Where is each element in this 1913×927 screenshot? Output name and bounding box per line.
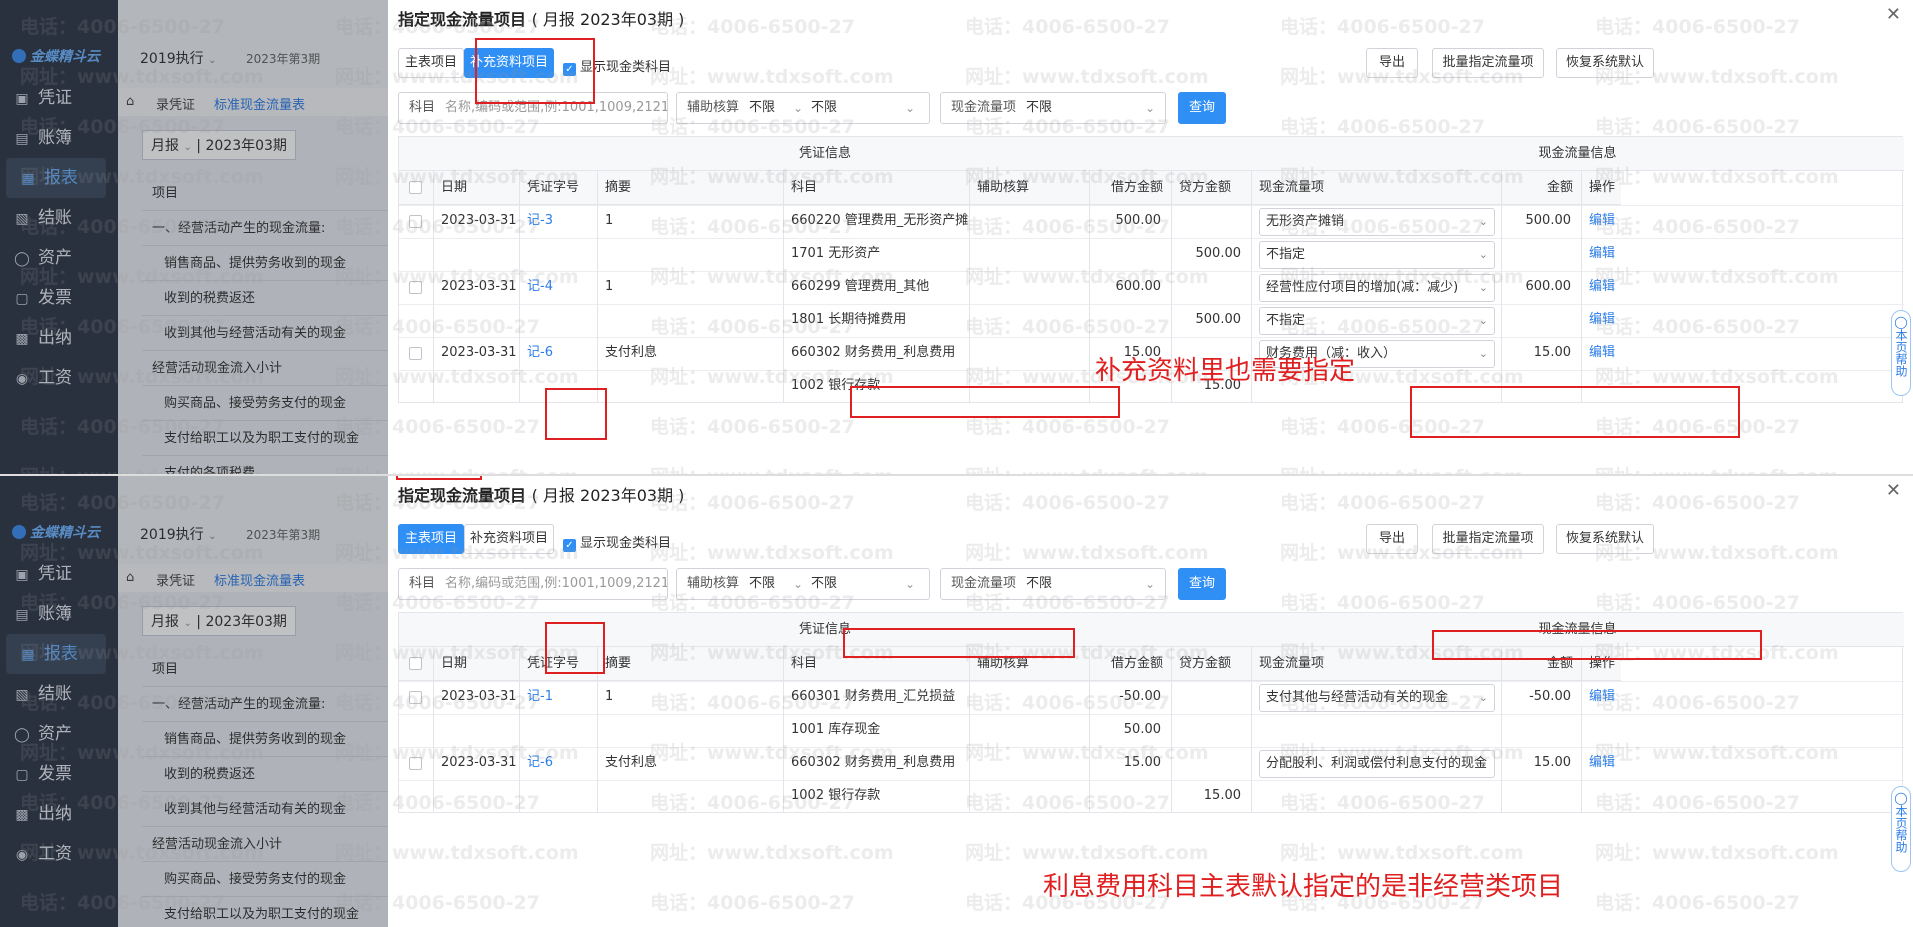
highlight-box	[850, 386, 1120, 418]
row-checkbox[interactable]	[409, 347, 422, 360]
row-checkbox[interactable]	[409, 757, 422, 770]
chevron-down-icon: ⌄	[1478, 757, 1488, 770]
cashflow-item-select[interactable]: 分配股利、利润或偿付利息支付的现金 ⌄	[1259, 750, 1495, 778]
chevron-down-icon: ⌄	[1478, 215, 1488, 228]
cashflow-item-filter[interactable]: 现金流量项 不限 ⌄	[940, 568, 1166, 600]
cashflow-item-filter[interactable]: 现金流量项 不限 ⌄	[940, 92, 1166, 124]
show-cash-subjects-checkbox[interactable]: ✓ 显示现金类科目	[563, 532, 671, 552]
highlight-box	[545, 622, 605, 674]
highlight-box	[475, 38, 595, 104]
cashflow-assign-dialog: 指定现金流量项目 ( 月报 2023年03期 ) ✕ 主表项目 补充资料项目 ✓…	[388, 476, 1913, 927]
page-help-button[interactable]: ◯ 本页帮助	[1891, 310, 1911, 396]
cell-date	[433, 776, 519, 816]
chevron-down-icon: ⌄	[1478, 281, 1488, 294]
cashflow-item-select[interactable]: 不指定 ⌄	[1259, 241, 1495, 269]
cell-summary	[597, 776, 783, 816]
query-button[interactable]: 查询	[1178, 92, 1226, 124]
modal-overlay	[0, 476, 388, 927]
edit-link[interactable]: 编辑	[1581, 333, 1621, 373]
export-button[interactable]: 导出	[1366, 48, 1418, 78]
header-debit: 借方金额	[1089, 647, 1171, 681]
modal-overlay	[0, 0, 388, 474]
tab-supplementary-items[interactable]: 补充资料项目	[464, 524, 554, 554]
group-voucher-info: 凭证信息	[399, 613, 1251, 647]
header-credit: 贷方金额	[1171, 647, 1251, 681]
chevron-down-icon: ⌄	[905, 101, 916, 115]
header-debit: 借方金额	[1089, 171, 1171, 205]
highlight-box	[1410, 386, 1740, 438]
restore-default-button[interactable]: 恢复系统默认	[1556, 48, 1654, 78]
edit-link[interactable]: 编辑	[1581, 677, 1621, 717]
chevron-down-icon: ⌄	[905, 577, 916, 591]
header-action: 操作	[1581, 171, 1621, 205]
aux-filter[interactable]: 辅助核算 不限 ⌄ 不限 ⌄	[676, 92, 930, 124]
batch-assign-button[interactable]: 批量指定流量项	[1432, 48, 1544, 78]
header-credit: 贷方金额	[1171, 171, 1251, 205]
cell-summary	[597, 366, 783, 406]
header-summary: 摘要	[597, 647, 783, 681]
chevron-down-icon: ⌄	[1145, 577, 1156, 591]
cashflow-item-select[interactable]: 无形资产摊销 ⌄	[1259, 208, 1495, 236]
cashflow-item-select[interactable]: 不指定 ⌄	[1259, 307, 1495, 335]
header-date: 日期	[433, 647, 519, 681]
header-select-all[interactable]	[399, 647, 433, 681]
edit-link[interactable]: 编辑	[1581, 743, 1621, 783]
row-checkbox[interactable]	[409, 691, 422, 704]
header-voucher-no: 凭证字号	[519, 171, 597, 205]
cell-subject: 1002 银行存款	[791, 788, 881, 803]
cashflow-item-select[interactable]: 支付其他与经营活动有关的现金 ⌄	[1259, 684, 1495, 712]
header-summary: 摘要	[597, 171, 783, 205]
group-cashflow-info: 现金流量信息	[1251, 137, 1904, 171]
export-button[interactable]: 导出	[1366, 524, 1418, 554]
screenshot-panel-supplementary: 金蝶精斗云 ▣ 凭证 ▤ 账簿 ▦ 报表 ▧ 结账 ◯ 资产 ▢ 发票 ▩ 出纳 ◉ 工资 2019执行 ⌄ …	[0, 0, 1913, 474]
restore-default-button[interactable]: 恢复系统默认	[1556, 524, 1654, 554]
close-icon[interactable]: ✕	[1886, 480, 1901, 501]
highlight-box	[396, 476, 482, 480]
lightbulb-icon: ◯	[1894, 315, 1908, 329]
cell-voucher[interactable]	[519, 776, 597, 816]
tab-main-items[interactable]: 主表项目	[398, 48, 464, 78]
cell-credit: 15.00	[1203, 788, 1241, 803]
highlight-box	[843, 628, 1075, 658]
chevron-down-icon: ⌄	[1478, 248, 1488, 261]
chevron-down-icon: ⌄	[1145, 101, 1156, 115]
subject-filter-input[interactable]: 名称,编码或范围,例:1001,1009,2121-2131	[445, 576, 667, 591]
screenshot-panel-main: 金蝶精斗云 ▣ 凭证 ▤ 账簿 ▦ 报表 ▧ 结账 ◯ 资产 ▢ 发票 ▩ 出纳 ◉ 工资 2019执行 ⌄ …	[0, 474, 1913, 927]
cell-amount	[1501, 776, 1581, 816]
query-button[interactable]: 查询	[1178, 568, 1226, 600]
dialog-title: 指定现金流量项目 ( 月报 2023年03期 )	[398, 10, 685, 29]
row-checkbox[interactable]	[409, 281, 422, 294]
annotation-text: 补充资料里也需要指定	[1095, 356, 1356, 386]
header-amount: 金额	[1501, 171, 1581, 205]
select-all-checkbox[interactable]	[409, 657, 422, 670]
annotation-text: 利息费用科目主表默认指定的是非经营类项目	[1043, 872, 1564, 902]
subject-filter[interactable]: 科目名称,编码或范围,例:1001,1009,2121-2131	[398, 568, 668, 600]
header-subject: 科目	[783, 171, 969, 205]
cell-date	[433, 366, 519, 406]
cell-debit	[1089, 776, 1171, 816]
chevron-down-icon: ⌄	[1478, 314, 1488, 327]
chevron-down-icon: ⌄	[793, 577, 804, 591]
highlight-box	[1432, 630, 1762, 660]
row-checkbox[interactable]	[409, 215, 422, 228]
select-all-checkbox[interactable]	[409, 181, 422, 194]
aux-filter[interactable]: 辅助核算 不限 ⌄ 不限 ⌄	[676, 568, 930, 600]
header-aux: 辅助核算	[969, 171, 1089, 205]
page-help-button[interactable]: ◯ 本页帮助	[1891, 786, 1911, 872]
batch-assign-button[interactable]: 批量指定流量项	[1432, 524, 1544, 554]
header-select-all[interactable]	[399, 171, 433, 205]
dialog-title: 指定现金流量项目 ( 月报 2023年03期 )	[398, 486, 685, 505]
lightbulb-icon: ◯	[1894, 791, 1908, 805]
chevron-down-icon: ⌄	[1478, 691, 1488, 704]
cashflow-item-select[interactable]: 经营性应付项目的增加(减：减少) ⌄	[1259, 274, 1495, 302]
close-icon[interactable]: ✕	[1886, 4, 1901, 25]
checkbox-checked-icon: ✓	[563, 539, 576, 552]
header-cashflow-item: 现金流量项	[1251, 171, 1501, 205]
chevron-down-icon: ⌄	[793, 101, 804, 115]
group-voucher-info: 凭证信息	[399, 137, 1251, 171]
highlight-box	[545, 388, 607, 440]
header-date: 日期	[433, 171, 519, 205]
chevron-down-icon: ⌄	[1478, 347, 1488, 360]
tab-main-items[interactable]: 主表项目	[398, 524, 464, 554]
